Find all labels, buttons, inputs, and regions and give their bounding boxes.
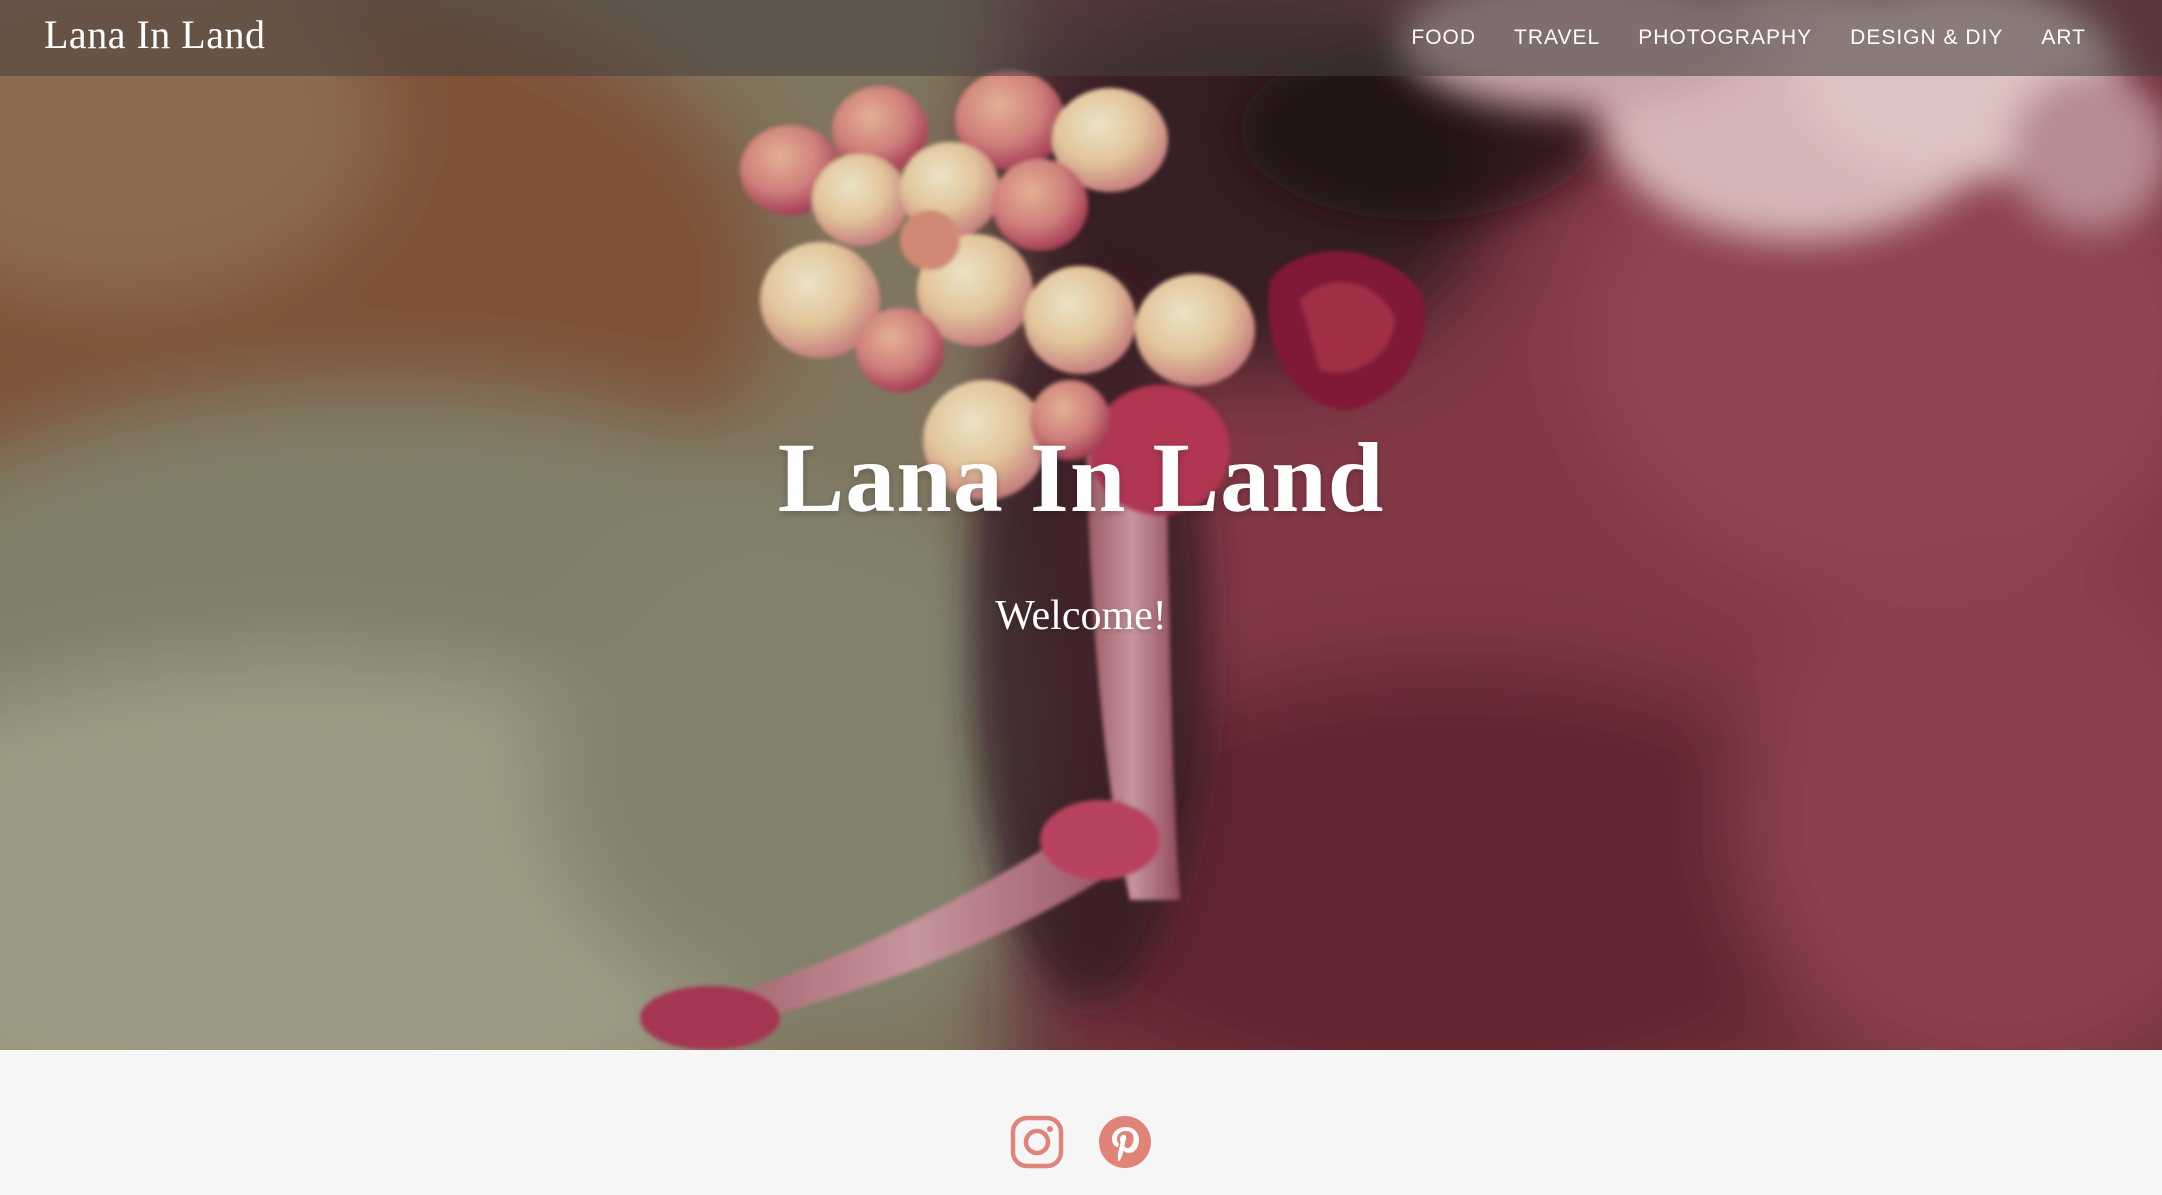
hero-title: Lana In Land bbox=[777, 422, 1385, 533]
page: Lana In Land FOOD TRAVEL PHOTOGRAPHY DES… bbox=[0, 0, 2162, 1195]
main-navigation: FOOD TRAVEL PHOTOGRAPHY DESIGN & DIY ART bbox=[1411, 0, 2086, 76]
pinterest-icon bbox=[1099, 1116, 1151, 1168]
footer bbox=[0, 1050, 2162, 1195]
instagram-icon bbox=[1010, 1115, 1064, 1169]
social-links bbox=[0, 1115, 2162, 1169]
hero-banner: Lana In Land FOOD TRAVEL PHOTOGRAPHY DES… bbox=[0, 0, 2162, 1050]
site-logo[interactable]: Lana In Land bbox=[44, 10, 265, 60]
instagram-link[interactable] bbox=[1010, 1115, 1064, 1169]
nav-link-art[interactable]: ART bbox=[2041, 26, 2086, 50]
nav-link-food[interactable]: FOOD bbox=[1411, 26, 1476, 50]
nav-link-design-diy[interactable]: DESIGN & DIY bbox=[1850, 26, 2003, 50]
top-navigation-bar: Lana In Land FOOD TRAVEL PHOTOGRAPHY DES… bbox=[0, 0, 2162, 76]
hero-subtitle: Welcome! bbox=[995, 593, 1167, 639]
pinterest-link[interactable] bbox=[1098, 1115, 1152, 1169]
nav-link-photography[interactable]: PHOTOGRAPHY bbox=[1638, 26, 1812, 50]
nav-link-travel[interactable]: TRAVEL bbox=[1514, 26, 1600, 50]
